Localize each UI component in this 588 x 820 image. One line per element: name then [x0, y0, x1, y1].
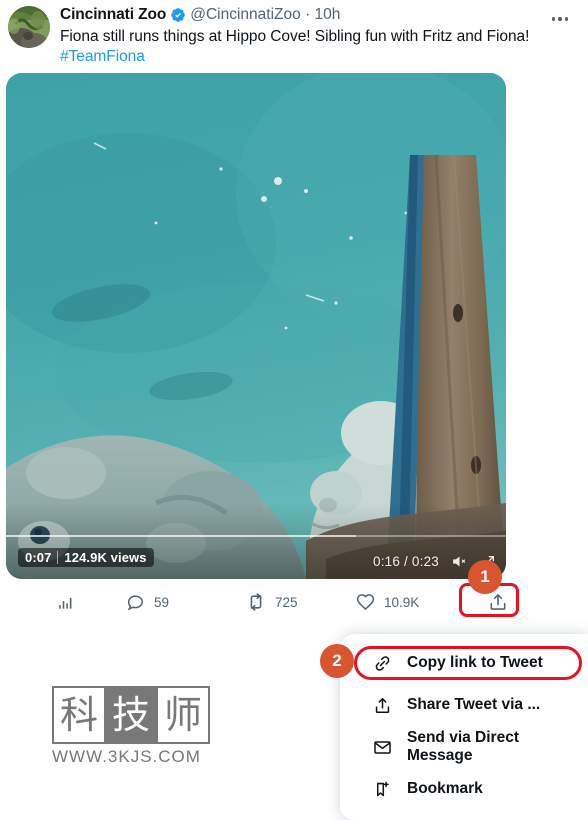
menu-item-label: Bookmark	[407, 780, 483, 797]
watermark-url: WWW.3KJS.COM	[52, 747, 201, 766]
share-upload-icon	[372, 695, 392, 715]
tweet-card[interactable]: Cincinnati Zoo @CincinnatiZoo · 10h Fion…	[0, 0, 588, 621]
badge-divider	[57, 551, 59, 564]
watermark-characters: 科 技 师	[52, 686, 212, 744]
dot	[551, 17, 556, 21]
avatar-image	[8, 6, 50, 48]
timestamp[interactable]: 10h	[315, 6, 341, 23]
menu-item-share-via[interactable]: Share Tweet via ...	[340, 684, 588, 726]
menu-item-copy-link[interactable]: Copy link to Tweet	[340, 642, 588, 684]
reply-bubble-icon	[126, 593, 145, 612]
video-progress-fill	[6, 535, 356, 537]
watermark-char-1: 科	[52, 686, 106, 744]
tweet-action-bar: 59 725 10.9K 1	[56, 560, 576, 621]
video-progress-bar[interactable]	[6, 535, 506, 537]
hashtag-link[interactable]: #TeamFiona	[60, 47, 576, 67]
share-dropdown-menu[interactable]: Copy link to Tweet Share Tweet via ... S…	[340, 634, 588, 820]
watermark-char-2: 技	[104, 686, 158, 744]
video-elapsed-time: 0:07	[25, 550, 52, 565]
tweet-text-body: Fiona still runs things at Hippo Cove! S…	[60, 28, 530, 45]
tweet-handle-and-time: @CincinnatiZoo · 10h	[190, 5, 340, 25]
verified-badge-icon	[170, 7, 186, 23]
link-chain-icon	[372, 653, 392, 673]
bookmark-plus-icon	[372, 779, 392, 799]
menu-item-label: Send via Direct Message	[407, 729, 519, 764]
video-time-display: 0:16 / 0:23	[372, 554, 439, 569]
tweet-text: Fiona still runs things at Hippo Cove! S…	[60, 26, 576, 67]
retweet-button[interactable]: 725	[246, 592, 356, 612]
like-button[interactable]: 10.9K	[356, 593, 476, 612]
like-count: 10.9K	[384, 594, 420, 610]
annotation-step-2-badge: 2	[320, 644, 354, 678]
watermark-char-3: 师	[156, 686, 210, 744]
menu-item-send-dm[interactable]: Send via Direct Message	[340, 726, 588, 768]
dot	[558, 17, 562, 21]
video-info-badge: 0:07 124.9K views	[18, 548, 154, 567]
watermark: 科 技 师 WWW.3KJS.COM	[52, 686, 212, 767]
muted-speaker-icon[interactable]	[451, 553, 468, 570]
retweet-count: 725	[275, 594, 298, 610]
menu-item-label: Share Tweet via ...	[407, 696, 541, 713]
avatar[interactable]	[8, 6, 50, 48]
video-frame-image	[6, 73, 506, 579]
display-name[interactable]: Cincinnati Zoo	[60, 5, 166, 25]
video-view-count: 124.9K views	[64, 550, 147, 565]
more-options-icon[interactable]	[546, 10, 574, 28]
dot	[564, 17, 569, 21]
analytics-bar-chart-icon	[56, 593, 75, 612]
reply-button[interactable]: 59	[126, 593, 246, 612]
handle-separator: ·	[305, 6, 311, 23]
analytics-button[interactable]	[56, 593, 126, 612]
annotation-step-1-badge: 1	[468, 560, 502, 594]
tweet-video-player[interactable]: 0:07 124.9K views 0:16 / 0:23	[6, 73, 506, 579]
handle: @CincinnatiZoo	[190, 6, 301, 23]
menu-item-label: Copy link to Tweet	[407, 654, 543, 671]
envelope-icon	[372, 737, 392, 757]
reply-count: 59	[154, 594, 170, 610]
tweet-header: Cincinnati Zoo @CincinnatiZoo · 10h	[60, 4, 576, 26]
menu-item-bookmark[interactable]: Bookmark	[340, 768, 588, 810]
retweet-icon	[246, 592, 266, 612]
heart-icon	[356, 593, 375, 612]
